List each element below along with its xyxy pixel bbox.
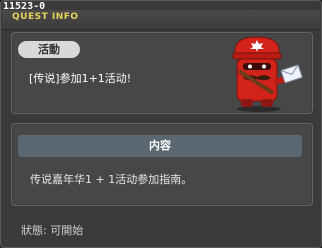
quest-name: [传说]参加1+1活动! (29, 72, 132, 85)
quest-category-badge: 活動 (18, 41, 80, 58)
quest-status: 狀態: 可開始 (21, 224, 84, 237)
quest-id-label: 11523-0 (3, 1, 46, 12)
quest-info-window: 11523-0 QUEST INFO 活動 [传说]参加1+1活动! 内容 传说… (0, 0, 322, 248)
content-description: 传说嘉年华1 + 1活动参加指南。 (30, 173, 193, 186)
content-section-header: 内容 (18, 135, 302, 157)
window-title: QUEST INFO (12, 12, 79, 22)
red-postbox-mascot-icon (232, 36, 303, 112)
